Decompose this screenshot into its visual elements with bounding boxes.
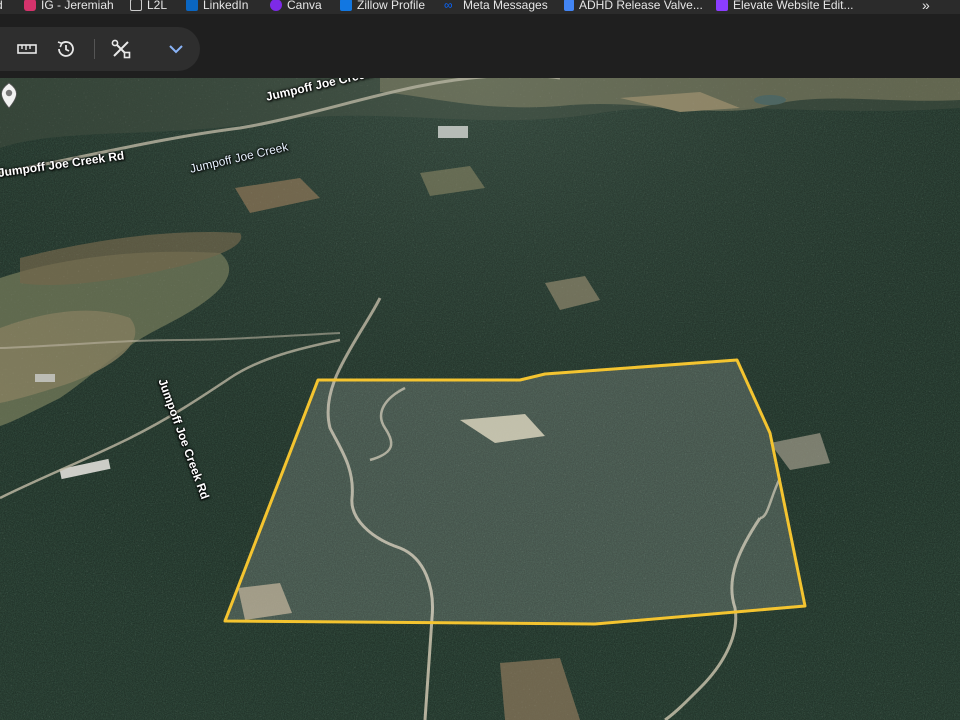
- bookmarks-overflow-button[interactable]: »: [922, 0, 930, 14]
- bookmark-linkedin[interactable]: LinkedIn: [186, 0, 248, 14]
- bookmark-label: IG - Jeremiah: [41, 0, 114, 12]
- bookmark-zillow[interactable]: Zillow Profile: [340, 0, 425, 14]
- doc-icon: [564, 0, 574, 11]
- bookmark-adhd-release-valve[interactable]: ADHD Release Valve...: [564, 0, 703, 14]
- bookmark-canva[interactable]: Canva: [270, 0, 322, 14]
- instagram-icon: [24, 0, 36, 11]
- zillow-icon: [340, 0, 352, 11]
- map-toolbar: [0, 14, 960, 78]
- tools-button[interactable]: [108, 36, 134, 62]
- historical-imagery-button[interactable]: [53, 36, 79, 62]
- bookmark-label: Elevate Website Edit...: [733, 0, 854, 12]
- history-icon: [57, 41, 74, 57]
- toolbar-divider: [94, 39, 95, 59]
- bookmark-label: Canva: [287, 0, 322, 12]
- canva-icon: [270, 0, 282, 11]
- bookmark-l2l[interactable]: L2L: [130, 0, 167, 14]
- bookmarks-bar: d IG - Jeremiah L2L LinkedIn Canva Zillo…: [0, 0, 960, 14]
- measure-button[interactable]: [14, 36, 40, 62]
- chevron-down-icon: [169, 45, 183, 54]
- satellite-imagery[interactable]: [0, 78, 960, 720]
- bookmark-elevate-website[interactable]: Elevate Website Edit...: [716, 0, 854, 14]
- ruler-icon: [17, 44, 37, 54]
- satellite-map-view[interactable]: Jumpoff Joe Creek Rd Jumpoff Joe Creek R…: [0, 78, 960, 720]
- more-tools-button[interactable]: [163, 36, 189, 62]
- bookmark-meta-messages[interactable]: ∞ Meta Messages: [444, 0, 548, 14]
- bookmark-ig-jeremiah[interactable]: IG - Jeremiah: [24, 0, 114, 14]
- parcel-boundary[interactable]: [223, 358, 807, 626]
- home-icon: [130, 0, 142, 11]
- bookmark-label: L2L: [147, 0, 168, 12]
- overflow-chevron-icon: »: [922, 0, 930, 13]
- tools-icon: [111, 39, 131, 59]
- page-icon: [716, 0, 728, 11]
- bookmark-label: LinkedIn: [203, 0, 249, 12]
- bookmark-partial[interactable]: d: [0, 0, 3, 14]
- tool-pill: [0, 27, 200, 71]
- bookmark-label: Meta Messages: [463, 0, 548, 12]
- bookmark-label: Zillow Profile: [357, 0, 426, 12]
- meta-icon: ∞: [444, 0, 453, 12]
- bookmark-label: ADHD Release Valve...: [579, 0, 703, 12]
- linkedin-icon: [186, 0, 198, 11]
- bookmark-label: d: [0, 0, 3, 12]
